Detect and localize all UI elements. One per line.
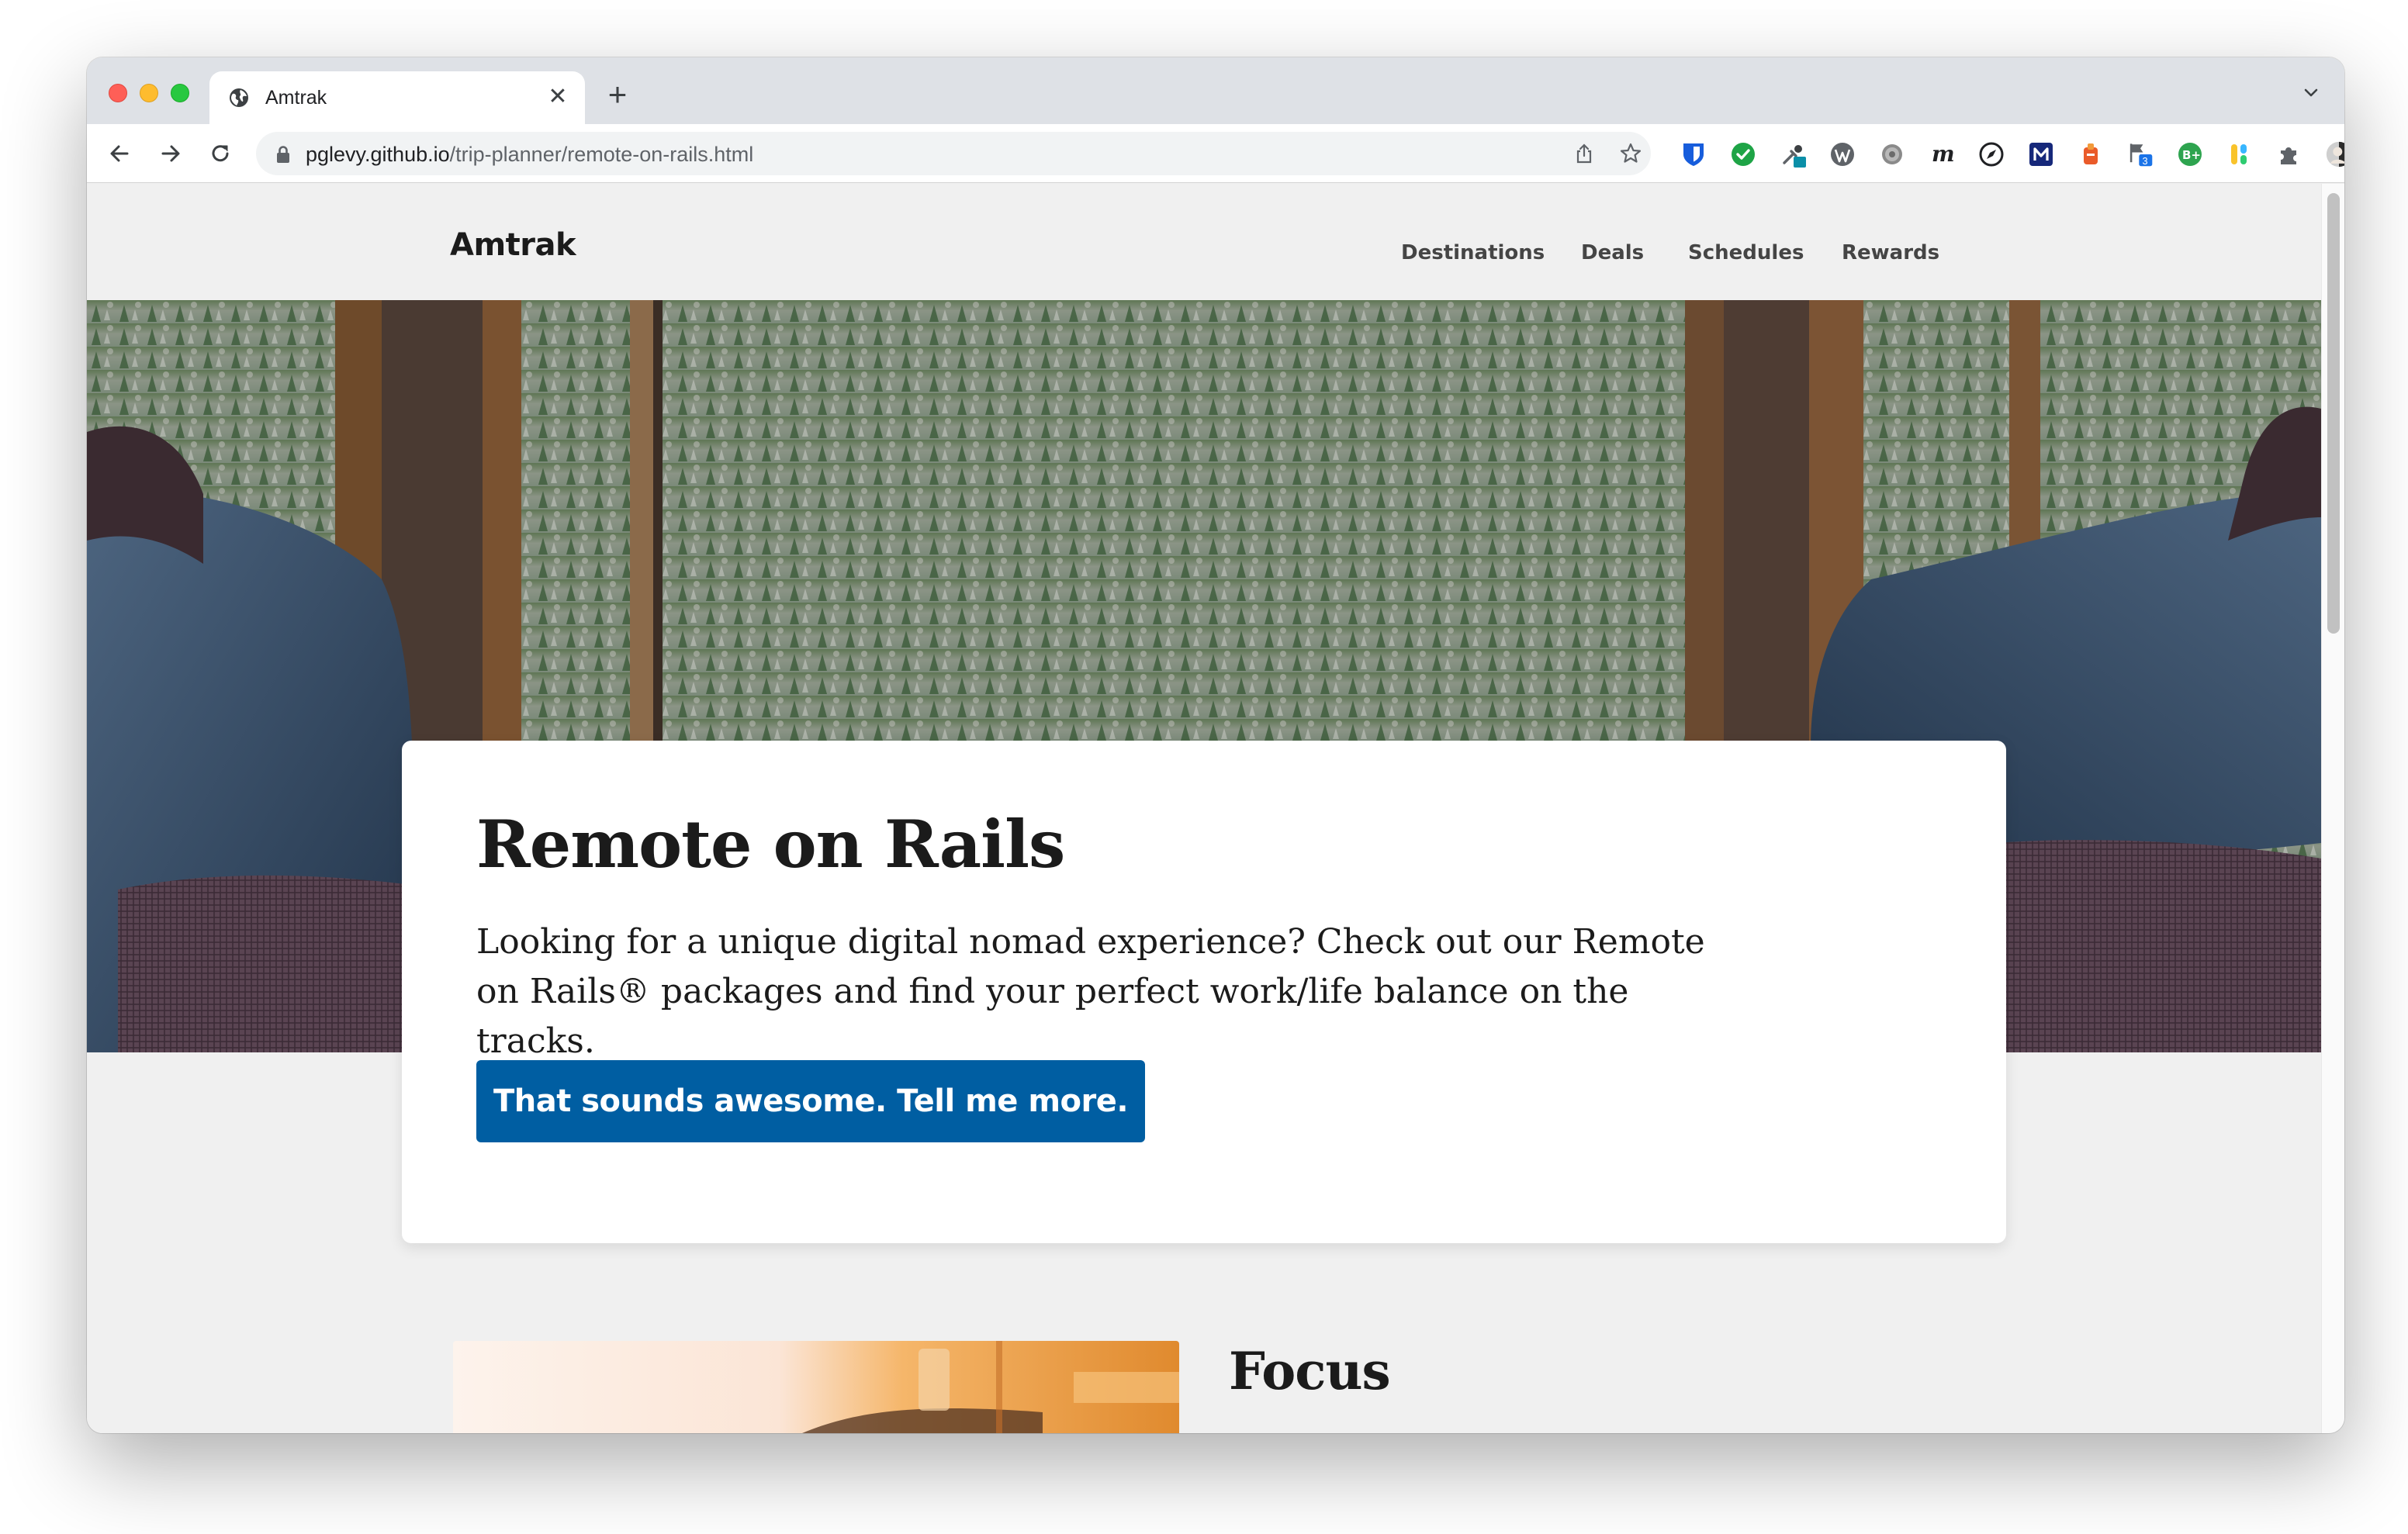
hero-card: Remote on Rails Looking for a unique dig… [402,741,2006,1243]
wordpress-icon[interactable] [1829,141,1856,168]
site-logo[interactable]: Amtrak [450,227,576,263]
share-icon[interactable] [1572,141,1597,166]
scrollbar[interactable] [2321,184,2344,1433]
tab-menu-chevron-icon[interactable] [2299,81,2323,104]
reload-icon[interactable] [203,136,237,171]
nav-destinations[interactable]: Destinations [1401,241,1545,264]
m-extension-icon[interactable]: m [1929,141,1955,168]
flag-extension-icon[interactable]: 3 [2127,141,2154,168]
nav-schedules[interactable]: Schedules [1688,241,1804,264]
lock-icon[interactable] [275,144,292,164]
maximize-window-button[interactable] [171,84,189,102]
close-tab-icon[interactable]: ✕ [545,84,571,110]
forward-icon[interactable] [154,136,188,171]
tell-me-more-button[interactable]: That sounds awesome. Tell me more. [476,1060,1145,1142]
tab-title: Amtrak [265,87,327,109]
bell-extension-icon[interactable] [2078,141,2104,168]
browser-tab[interactable]: Amtrak ✕ [209,71,585,124]
browser-window: Amtrak ✕ + pglevy.github.io/trip-planner… [87,57,2344,1433]
b-plus-icon[interactable]: B+ [2177,141,2203,168]
feature-image [453,1341,1179,1433]
bitwarden-icon[interactable] [1680,141,1707,168]
page-title: Remote on Rails [476,806,1065,883]
feature-title: Focus [1229,1341,1391,1401]
profile-avatar[interactable] [2326,141,2344,168]
nav-rewards[interactable]: Rewards [1842,241,1939,264]
desk-photo [453,1341,1179,1433]
compass-icon[interactable] [1978,141,2005,168]
svg-text:B+: B+ [2182,148,2201,162]
bookmark-star-icon[interactable] [1618,141,1643,166]
minimize-window-button[interactable] [140,84,158,102]
browser-toolbar: pglevy.github.io/trip-planner/remote-on-… [87,124,2344,183]
puzzle-icon[interactable] [2276,141,2302,168]
site-header: Amtrak Destinations Deals Schedules Rewa… [87,184,2321,300]
check-extension-icon[interactable] [1730,141,1756,168]
close-window-button[interactable] [109,84,127,102]
url-text: pglevy.github.io/trip-planner/remote-on-… [306,143,754,166]
svg-text:3: 3 [2143,155,2148,167]
dropper-icon[interactable] [1780,141,1806,168]
page-viewport: Amtrak Destinations Deals Schedules Rewa… [87,184,2321,1433]
hero-description: Looking for a unique digital nomad exper… [476,922,1705,1061]
globe-icon [230,88,248,107]
new-tab-button[interactable]: + [599,76,636,113]
address-bar[interactable]: pglevy.github.io/trip-planner/remote-on-… [256,132,1651,175]
m-square-icon[interactable] [2028,141,2054,168]
svg-text:m: m [1932,141,1955,167]
nav-deals[interactable]: Deals [1581,241,1644,264]
scrollbar-thumb[interactable] [2327,193,2340,634]
colorful-extension-icon[interactable] [2226,141,2253,168]
tab-strip: Amtrak ✕ + [87,57,2344,124]
gear-extension-icon[interactable] [1879,141,1905,168]
back-icon[interactable] [102,136,137,171]
